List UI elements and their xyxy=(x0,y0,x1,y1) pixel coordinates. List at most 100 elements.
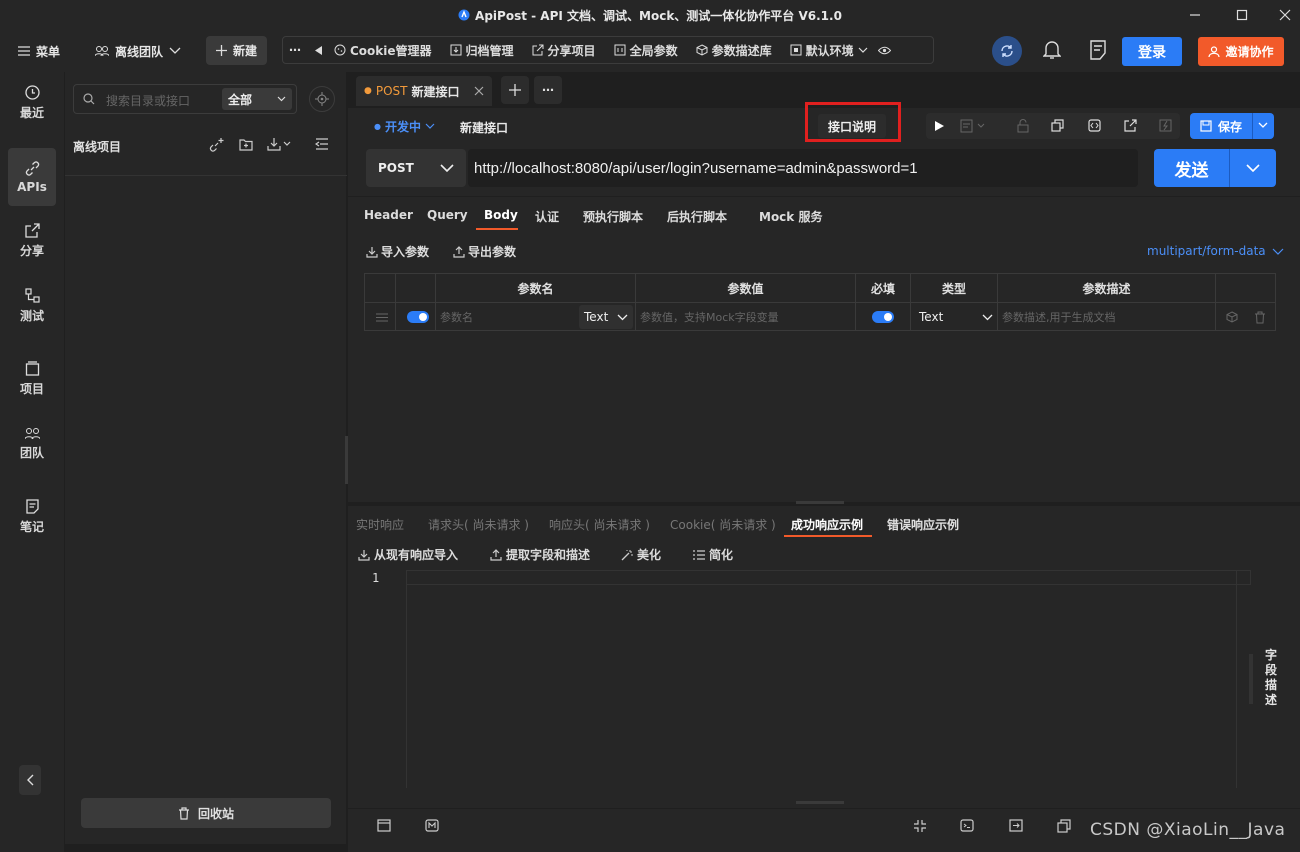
column-header: 参数名 xyxy=(436,274,636,302)
method-select[interactable]: POST xyxy=(366,149,466,187)
send-button[interactable]: 发送 xyxy=(1154,149,1276,187)
left-nav: 最近 APIs 分享 测试 项目 团队 笔记 xyxy=(0,72,64,852)
param-library-button[interactable]: 参数描述库 xyxy=(696,42,772,59)
tab-query[interactable]: Query xyxy=(427,208,468,222)
beautify-button[interactable]: 美化 xyxy=(621,546,661,563)
tab-response-headers[interactable]: 响应头( 尚未请求 ) xyxy=(549,516,650,533)
trash-icon[interactable] xyxy=(1254,311,1266,324)
chevron-down-icon xyxy=(169,47,181,55)
doc-icon[interactable] xyxy=(960,119,986,133)
import-from-response-button[interactable]: 从现有响应导入 xyxy=(358,546,458,563)
tab-live-response[interactable]: 实时响应 xyxy=(356,516,404,533)
chevron-down-icon[interactable] xyxy=(1258,122,1268,129)
compress-icon[interactable] xyxy=(913,819,927,833)
tab-post-script[interactable]: 后执行脚本 xyxy=(667,208,727,225)
param-value-input[interactable]: 参数值，支持Mock字段变量 xyxy=(636,303,856,331)
more-icon[interactable]: ⋯ xyxy=(289,43,301,57)
nav-item-share[interactable]: 分享 xyxy=(8,212,56,270)
eye-icon[interactable] xyxy=(877,46,891,55)
import-icon[interactable] xyxy=(267,137,291,151)
url-input[interactable]: http://localhost:8080/api/user/login?use… xyxy=(468,149,1138,187)
team-icon xyxy=(95,45,109,57)
tab-body[interactable]: Body xyxy=(484,208,518,222)
new-button[interactable]: 新建 xyxy=(206,36,268,65)
tab-error-example[interactable]: 错误响应示例 xyxy=(887,516,959,533)
lock-icon[interactable] xyxy=(1017,119,1029,133)
archive-button[interactable]: 归档管理 xyxy=(450,42,514,59)
status-selector[interactable]: ● 开发中 xyxy=(374,118,435,135)
drag-handle-icon[interactable] xyxy=(365,303,396,331)
tab-success-example[interactable]: 成功响应示例 xyxy=(791,516,863,533)
invite-button[interactable]: 邀请协作 xyxy=(1198,37,1284,66)
triangle-left-icon[interactable] xyxy=(315,45,322,55)
nav-item-apis[interactable]: APIs xyxy=(8,148,56,206)
required-toggle[interactable] xyxy=(856,303,911,331)
archive-icon xyxy=(450,44,462,56)
tab-request-headers[interactable]: 请求头( 尚未请求 ) xyxy=(428,516,529,533)
console-icon[interactable] xyxy=(960,819,974,832)
content-type-select[interactable]: multipart/form-data xyxy=(1147,244,1284,258)
export-params-button[interactable]: 导出参数 xyxy=(453,243,516,260)
tab-cookie[interactable]: Cookie( 尚未请求 ) xyxy=(670,516,776,533)
cookie-manager-button[interactable]: Cookie管理器 xyxy=(334,42,432,59)
notes-icon[interactable] xyxy=(1089,40,1107,60)
filter-select[interactable]: 全部 xyxy=(222,88,292,110)
maximize-button[interactable] xyxy=(1219,0,1265,30)
tab-new-api[interactable]: ● POST 新建接口 xyxy=(356,76,492,106)
share-project-button[interactable]: 分享项目 xyxy=(532,42,596,59)
tab-auth[interactable]: 认证 xyxy=(535,208,559,225)
extract-fields-button[interactable]: 提取字段和描述 xyxy=(490,546,590,563)
login-button[interactable]: 登录 xyxy=(1122,37,1182,66)
tab-mock[interactable]: Mock 服务 xyxy=(759,208,822,225)
mock-icon[interactable] xyxy=(1159,119,1172,132)
play-icon[interactable] xyxy=(935,121,944,131)
locate-button[interactable] xyxy=(309,86,335,112)
side-panel-handle[interactable] xyxy=(1249,654,1253,704)
environment-selector[interactable]: 默认环境 xyxy=(790,42,868,59)
search-input[interactable]: 搜索目录或接口 全部 xyxy=(73,84,297,114)
code-icon[interactable] xyxy=(1088,119,1101,132)
markdown-icon[interactable] xyxy=(425,819,439,832)
layout-icon[interactable] xyxy=(1009,819,1023,832)
collapse-all-icon[interactable] xyxy=(315,138,329,150)
nav-item-recent[interactable]: 最近 xyxy=(8,74,56,132)
tab-more-button[interactable]: ⋯ xyxy=(534,76,562,104)
collapse-nav-button[interactable] xyxy=(19,765,41,795)
nav-item-team[interactable]: 团队 xyxy=(8,415,56,473)
nav-item-notes[interactable]: 笔记 xyxy=(8,488,56,546)
api-name-input[interactable]: 新建接口 xyxy=(460,119,508,136)
menu-button[interactable]: 菜单 xyxy=(18,37,60,65)
global-params-button[interactable]: 全局参数 xyxy=(614,42,678,59)
bell-icon[interactable] xyxy=(1043,40,1061,60)
nav-item-test[interactable]: 测试 xyxy=(8,277,56,335)
new-folder-icon[interactable] xyxy=(239,138,253,151)
share-icon[interactable] xyxy=(1124,119,1137,132)
chevron-down-icon[interactable] xyxy=(1246,164,1260,172)
cube-icon[interactable] xyxy=(1226,311,1238,323)
import-params-button[interactable]: 导入参数 xyxy=(366,243,429,260)
param-kind-select[interactable]: Text xyxy=(579,305,633,329)
team-selector[interactable]: 离线团队 xyxy=(95,37,181,65)
add-tab-button[interactable] xyxy=(501,76,529,104)
row-enabled-toggle[interactable] xyxy=(396,303,436,331)
field-desc-toggle[interactable]: 字段描述 xyxy=(1265,648,1281,708)
copy-icon[interactable] xyxy=(1051,119,1064,132)
sync-icon[interactable] xyxy=(992,36,1022,66)
type-select[interactable]: Text xyxy=(911,303,998,331)
example-editor[interactable] xyxy=(406,570,1251,788)
tab-pre-script[interactable]: 预执行脚本 xyxy=(583,208,643,225)
simplify-button[interactable]: 简化 xyxy=(693,546,733,563)
new-api-icon[interactable] xyxy=(209,137,224,152)
minimize-button[interactable] xyxy=(1172,0,1218,30)
save-button[interactable]: 保存 xyxy=(1190,113,1274,139)
search-placeholder: 搜索目录或接口 xyxy=(106,94,191,108)
nav-item-project[interactable]: 项目 xyxy=(8,350,56,408)
param-name-input[interactable]: 参数名 Text xyxy=(436,303,636,331)
archive-box-icon[interactable] xyxy=(377,819,391,832)
recycle-bin-button[interactable]: 回收站 xyxy=(81,798,331,828)
close-tab-icon[interactable] xyxy=(474,86,484,96)
tab-header[interactable]: Header xyxy=(364,208,413,222)
close-window-button[interactable] xyxy=(1262,0,1300,30)
param-desc-input[interactable]: 参数描述,用于生成文档 xyxy=(998,303,1216,331)
copy-icon[interactable] xyxy=(1057,819,1071,833)
